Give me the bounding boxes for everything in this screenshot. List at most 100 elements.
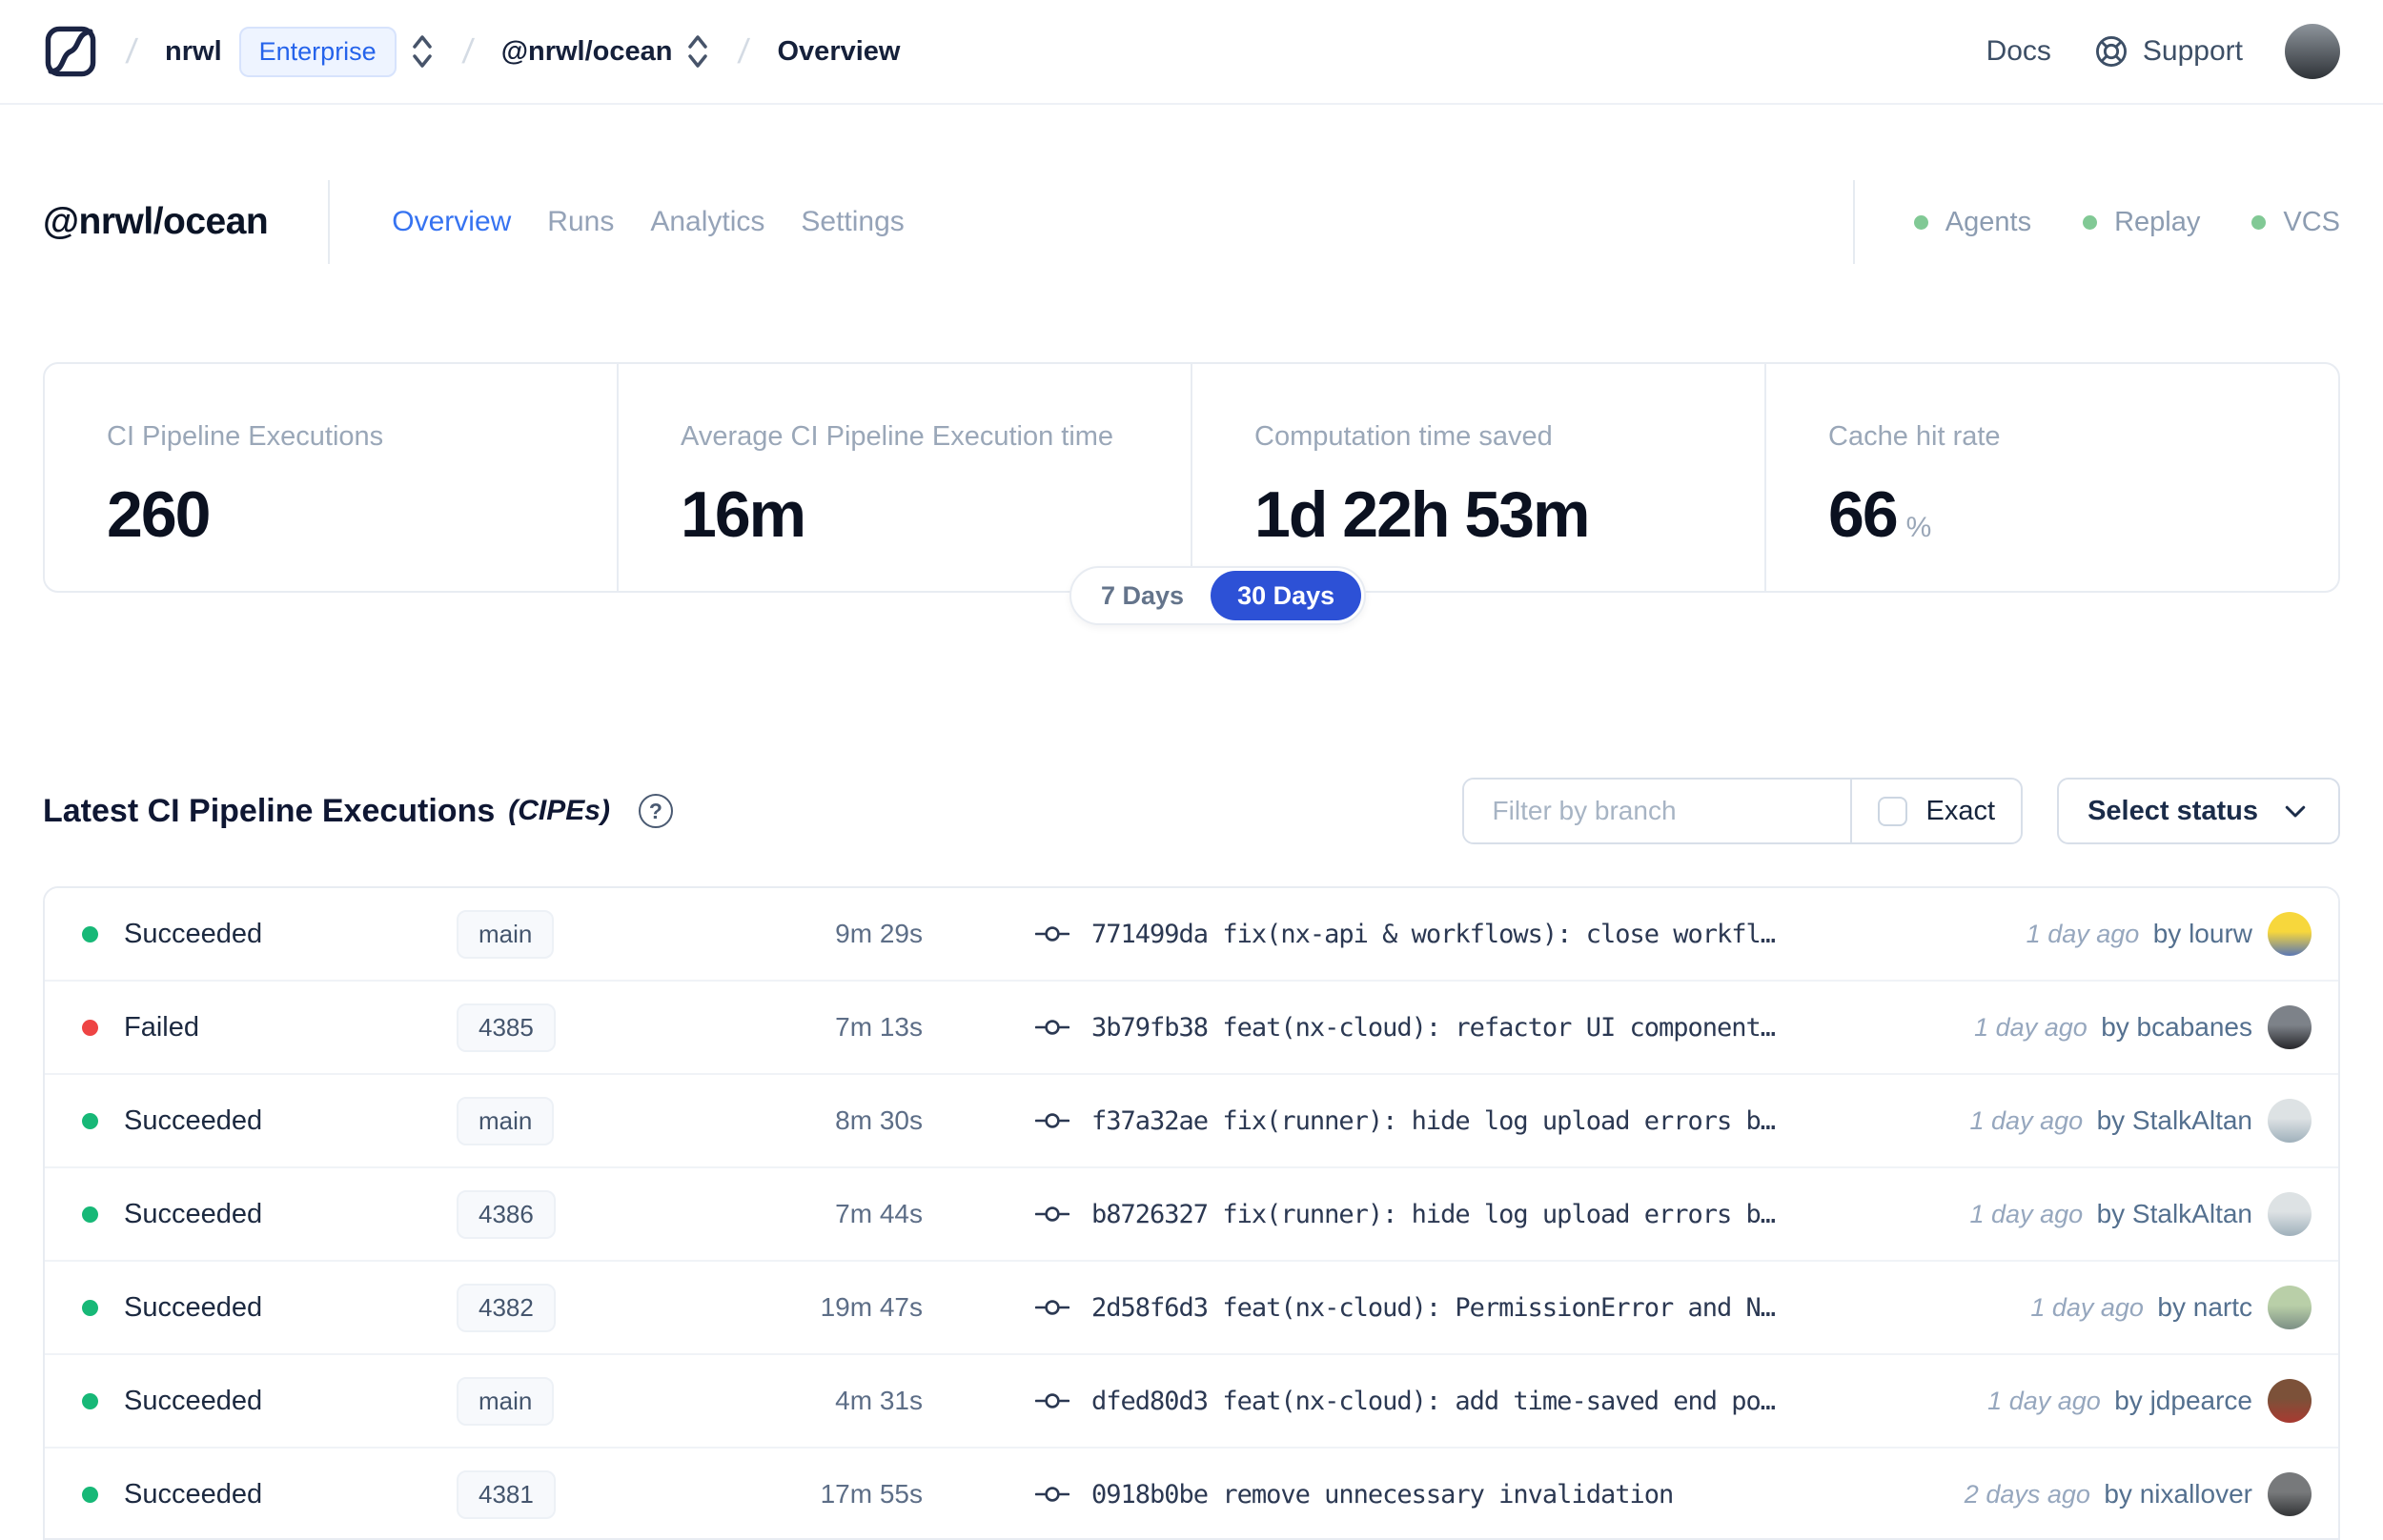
duration: 7m 44s [835,1199,923,1228]
commit-hash: 2d58f6d3 [1091,1292,1209,1323]
status-label: Succeeded [124,1291,263,1323]
commit-text[interactable]: 2d58f6d3 feat(nx-cloud): PermissionError… [1091,1293,2011,1323]
row-meta: 1 day ago by lourw [2027,919,2252,949]
exact-checkbox[interactable] [1877,796,1907,826]
branch-badge[interactable]: 4381 [457,1469,556,1519]
cipe-row[interactable]: Succeeded 4386 7m 44s b8726327 fix(runne… [45,1168,2338,1262]
service-label: Replay [2114,206,2201,237]
author-avatar[interactable] [2268,1192,2312,1236]
commit-message: feat(nx-cloud): add time-saved end po… [1222,1386,1776,1416]
commit-message: fix(runner): hide log upload errors b… [1222,1105,1776,1136]
commit-message: feat(nx-cloud): PermissionError and N… [1222,1292,1776,1323]
stat-value: 66% [1828,478,1932,551]
nx-cloud-logo-icon[interactable] [43,24,98,79]
commit-text[interactable]: f37a32ae fix(runner): hide log upload er… [1091,1106,1951,1136]
section-title-suffix: (CIPEs) [508,795,610,826]
commit-text[interactable]: 3b79fb38 feat(nx-cloud): refactor UI com… [1091,1013,1955,1043]
service-vcs[interactable]: VCS [2251,207,2340,238]
branch-badge[interactable]: 4385 [457,1003,556,1052]
status-label: Succeeded [124,1385,263,1416]
git-commit-icon [1035,1020,1069,1035]
select-status-dropdown[interactable]: Select status [2057,778,2340,844]
status-label: Failed [124,1011,199,1043]
branch-column: 4382 [444,1283,730,1332]
org-selector-icon[interactable] [397,32,435,71]
status-online-icon [2083,214,2098,230]
tab-analytics[interactable]: Analytics [650,206,764,238]
support-link[interactable]: Support [2093,33,2243,70]
cipe-row[interactable]: Succeeded 4381 17m 55s 0918b0be remove u… [45,1449,2338,1538]
author: by StalkAltan [2096,1105,2252,1135]
workspace-header: @nrwl/ocean Overview Runs Analytics Sett… [43,179,2340,265]
duration: 19m 47s [820,1292,923,1322]
stats-cards: CI Pipeline Executions 260 Average CI Pi… [43,362,2340,593]
branch-badge[interactable]: main [457,1096,555,1145]
lifebuoy-icon [2095,36,2127,67]
row-meta: 1 day ago by StalkAltan [1970,1105,2252,1136]
commit-message: fix(nx-api & workflows): close workfl… [1222,919,1776,949]
status-label: Succeeded [124,918,263,949]
branch-filter-input[interactable] [1463,780,1850,842]
cipe-row[interactable]: Succeeded 4382 19m 47s 2d58f6d3 feat(nx-… [45,1262,2338,1355]
status-dot-icon [82,1299,98,1316]
author-avatar[interactable] [2268,1472,2312,1516]
cipe-row[interactable]: Succeeded main 9m 29s 771499da fix(nx-ap… [45,888,2338,982]
commit-text[interactable]: dfed80d3 feat(nx-cloud): add time-saved … [1091,1387,1968,1416]
breadcrumb-org[interactable]: nrwl [165,36,222,68]
time-ago: 2 days ago [1964,1480,2090,1509]
header-divider [328,180,331,264]
author: by nartc [2157,1292,2252,1322]
cipe-row[interactable]: Failed 4385 7m 13s 3b79fb38 feat(nx-clou… [45,982,2338,1075]
branch-badge[interactable]: main [457,1376,555,1426]
commit-hash: b8726327 [1091,1199,1209,1229]
git-commit-icon [1035,1206,1069,1222]
stat-value: 1d 22h 53m [1254,478,1590,551]
breadcrumb-separator: / [459,31,476,71]
range-option[interactable]: 30 Days [1211,571,1362,620]
date-range-toggle: 7 Days 30 Days [1069,566,1367,625]
workspace-selector-icon[interactable] [672,32,710,71]
service-replay[interactable]: Replay [2083,207,2200,238]
author-avatar[interactable] [2268,1099,2312,1143]
breadcrumb-workspace[interactable]: @nrwl/ocean [501,36,673,68]
time-ago: 1 day ago [1969,1200,2084,1228]
author: by lourw [2152,919,2252,948]
chevron-down-icon [2285,805,2306,818]
git-commit-icon [1035,1393,1069,1408]
author-avatar[interactable] [2268,1286,2312,1329]
cipes-section-header: Latest CI Pipeline Executions (CIPEs) ? … [43,774,2340,848]
support-label: Support [2142,35,2243,67]
branch-badge[interactable]: 4386 [457,1189,556,1239]
exact-match-control: Exact [1849,780,2022,842]
range-option[interactable]: 7 Days [1074,571,1211,620]
author-avatar[interactable] [2268,1379,2312,1423]
help-icon[interactable]: ? [638,794,673,828]
duration: 17m 55s [820,1479,923,1509]
commit-text[interactable]: b8726327 fix(runner): hide log upload er… [1091,1200,1951,1229]
service-agents[interactable]: Agents [1913,207,2031,238]
git-commit-icon [1035,1487,1069,1502]
author-avatar[interactable] [2268,912,2312,956]
tab-overview[interactable]: Overview [392,206,511,238]
cipe-row[interactable]: Succeeded main 4m 31s dfed80d3 feat(nx-c… [45,1355,2338,1449]
branch-badge[interactable]: 4382 [457,1283,556,1332]
commit-text[interactable]: 771499da fix(nx-api & workflows): close … [1091,920,2007,949]
branch-badge[interactable]: main [457,909,555,959]
row-meta: 1 day ago by bcabanes [1974,1012,2252,1043]
workspace-tabs: Overview Runs Analytics Settings [392,206,905,238]
status-dot-icon [82,1392,98,1409]
filter-controls: Exact Select status [1461,778,2340,844]
commit-hash: f37a32ae [1091,1105,1209,1136]
user-avatar[interactable] [2285,24,2340,79]
tab-runs[interactable]: Runs [547,206,614,238]
service-status-list: Agents Replay VCS [1852,180,2340,264]
author-avatar[interactable] [2268,1005,2312,1049]
tab-settings[interactable]: Settings [801,206,904,238]
author: by nixallover [2104,1479,2252,1509]
duration: 8m 30s [835,1105,923,1135]
docs-link[interactable]: Docs [1986,35,2051,68]
commit-text[interactable]: 0918b0be remove unnecessary invalidation [1091,1480,1945,1510]
cipe-row[interactable]: Succeeded main 8m 30s f37a32ae fix(runne… [45,1075,2338,1168]
exact-label: Exact [1925,795,1996,826]
commit-message: fix(runner): hide log upload errors b… [1222,1199,1776,1229]
